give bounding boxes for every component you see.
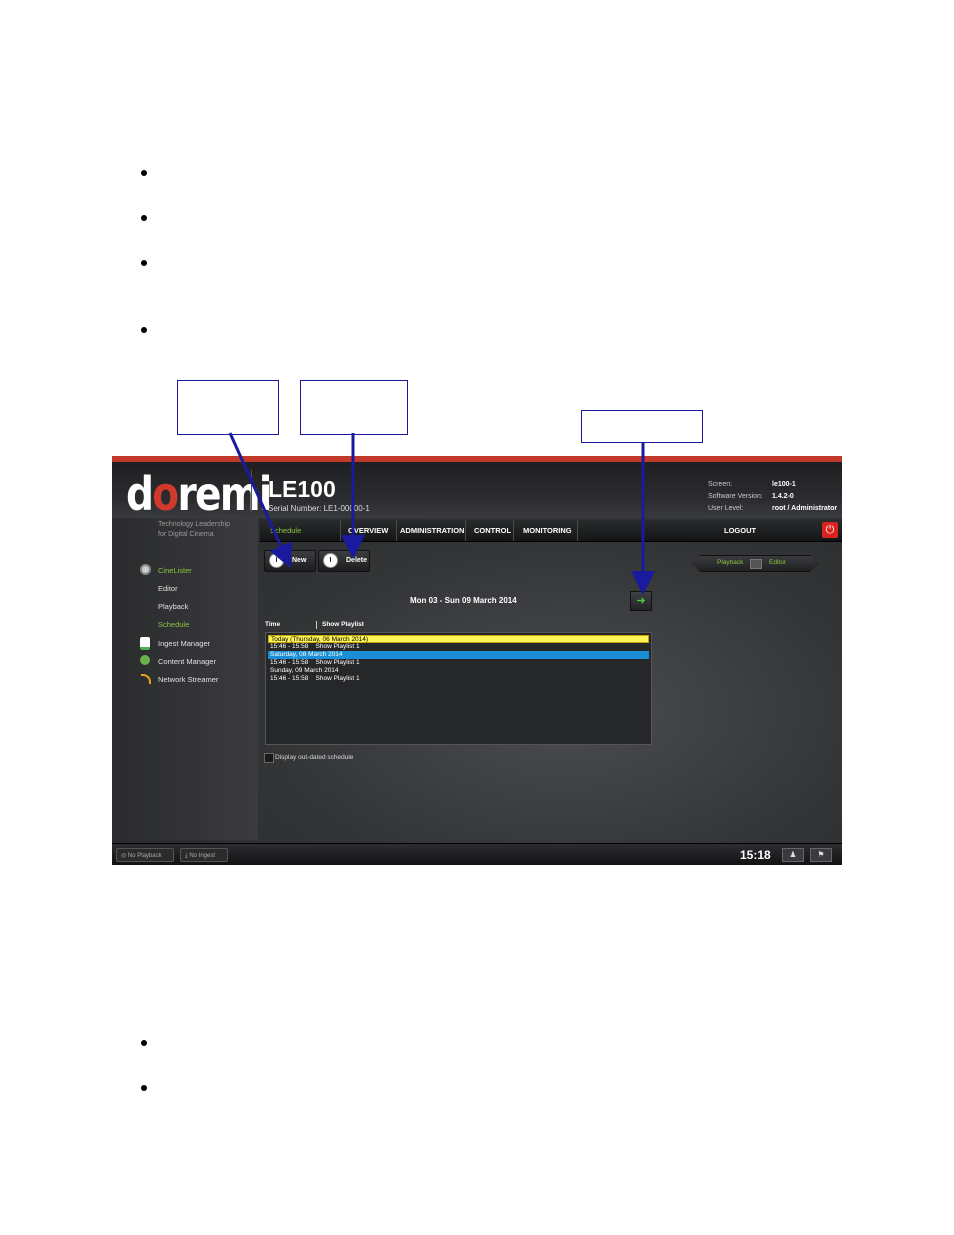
arrow-to-new	[228, 432, 292, 569]
callout-arrows	[228, 432, 655, 595]
